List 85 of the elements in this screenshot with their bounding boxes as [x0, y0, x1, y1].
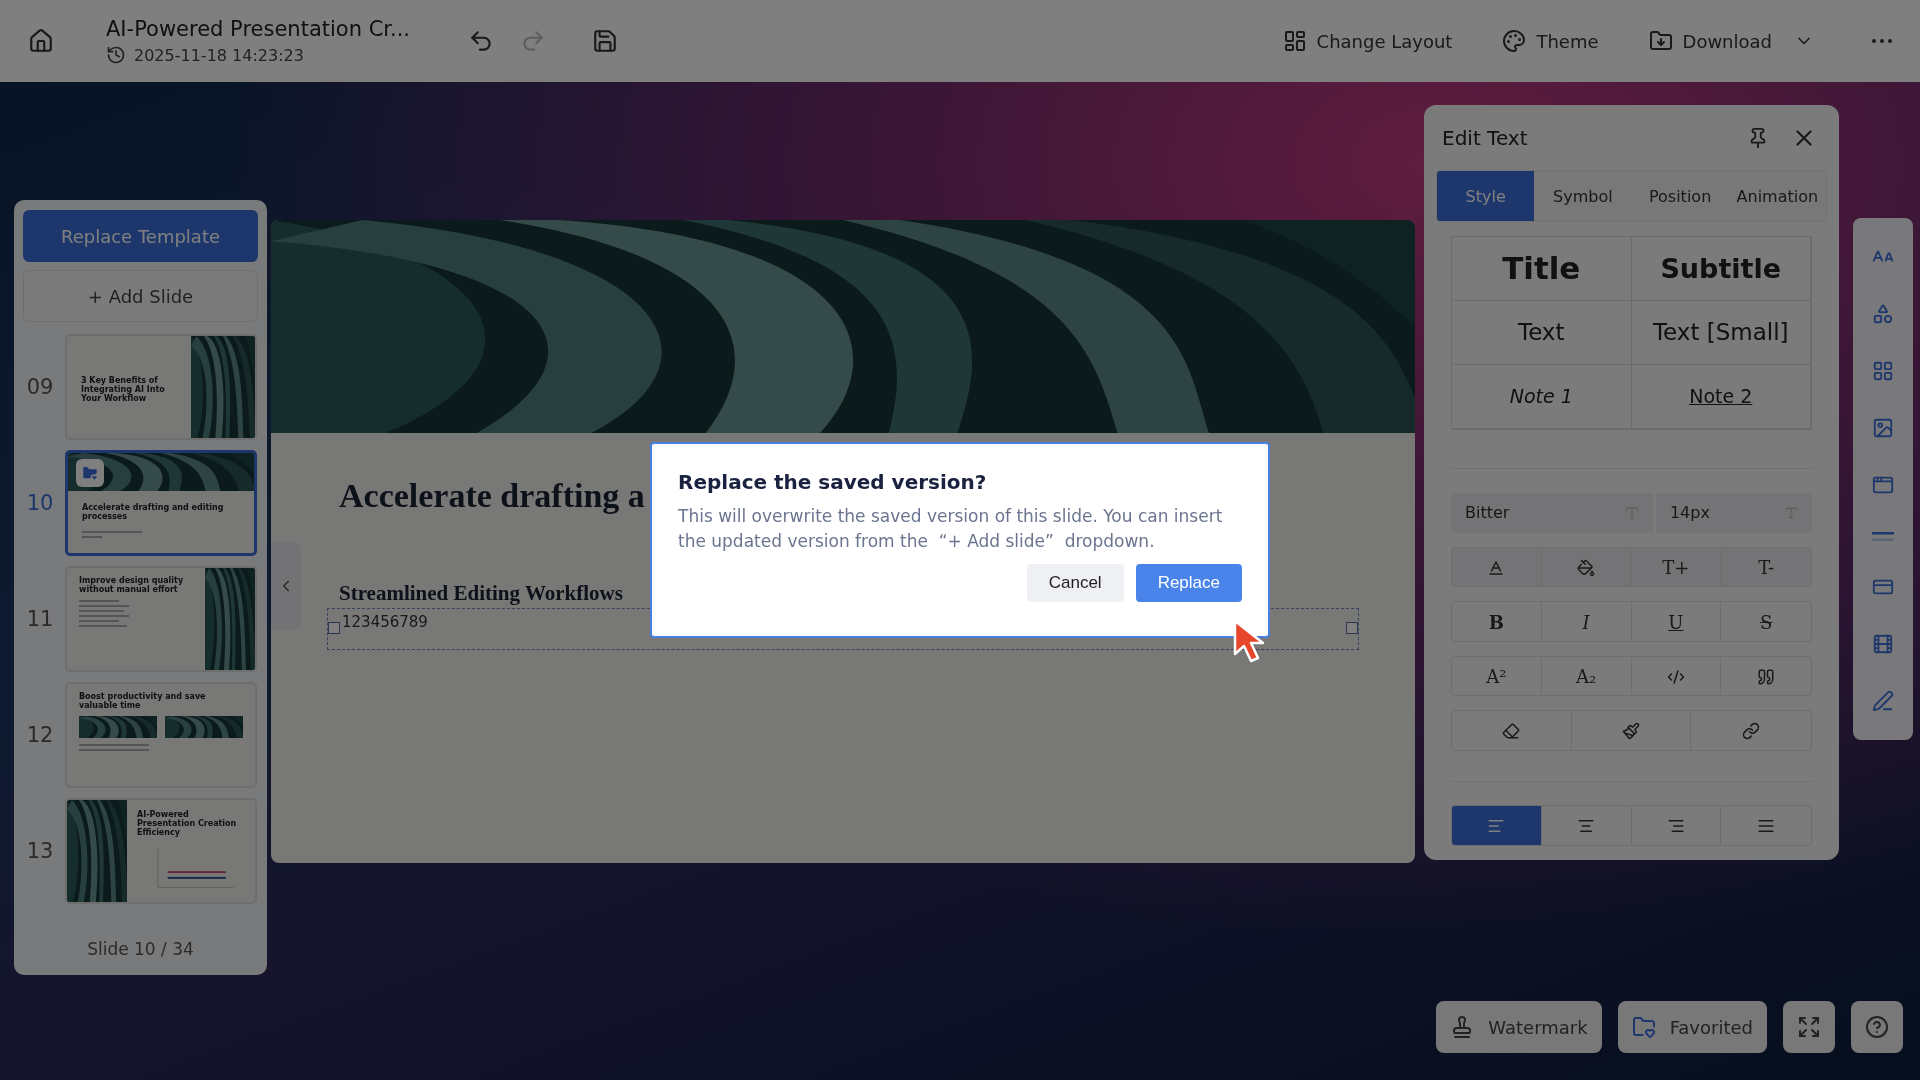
slide-number: 09 [25, 375, 55, 399]
slide-thumbnail[interactable]: Accelerate drafting and editing processes [65, 450, 257, 556]
slide-number: 12 [25, 723, 55, 747]
tab[interactable]: Style [1437, 170, 1535, 221]
more-icon [1872, 39, 1892, 43]
document-title: AI-Powered Presentation Cr... [106, 17, 412, 41]
body-text: 123456789 [342, 613, 428, 631]
paintbrush-icon [1622, 722, 1640, 740]
text-lines [79, 744, 149, 752]
text-style-preset[interactable]: Title [1452, 236, 1632, 301]
font-field[interactable]: Bitter [1451, 492, 1654, 533]
shrink-button[interactable]: T- [1721, 547, 1811, 587]
strike-button[interactable]: S [1721, 602, 1811, 641]
slide-thumbnail[interactable]: 3 Key Benefits of Integrating AI Into Your Workflow [65, 334, 257, 440]
slide-number: 10 [25, 491, 55, 515]
resize-handle[interactable] [1346, 622, 1358, 634]
slide-subtitle: Streamlined Editing Workflows [339, 581, 623, 606]
palette-icon [1502, 29, 1527, 53]
sup-button[interactable]: A² [1452, 656, 1542, 696]
text-style-preset[interactable]: Text [Small] [1631, 300, 1811, 365]
slide-number: 11 [25, 607, 55, 631]
text-color-icon [1487, 558, 1506, 577]
grow-button[interactable]: T+ [1631, 547, 1722, 587]
watermark-button[interactable]: Watermark [1436, 1001, 1602, 1053]
dialog-message: This will overwrite the saved version of this slide. You can insert the updated version from the “+ Add slide” dropdown. [678, 505, 1224, 553]
fullscreen-icon [1797, 1015, 1821, 1039]
thumbnail-title: Improve design quality without manual effort [79, 576, 185, 595]
panel-title: Edit Text [1442, 126, 1529, 151]
history-icon [106, 45, 126, 65]
text-style-preset[interactable]: Text [1452, 300, 1632, 365]
undo-icon [468, 28, 494, 54]
download-button[interactable]: Download [1642, 28, 1820, 54]
download-icon [1648, 29, 1673, 53]
text-lines [82, 531, 142, 539]
add-slide-button[interactable]: + Add Slide [23, 270, 258, 322]
sub-button[interactable]: A₂ [1541, 656, 1632, 696]
pen-icon [1872, 690, 1894, 713]
theme-button[interactable]: Theme [1496, 28, 1605, 54]
shapes-icon [1872, 302, 1894, 325]
slide-title: Accelerate drafting a [339, 477, 645, 515]
grid-icon [1872, 360, 1894, 383]
slide-counter: Slide 10 / 34 [86, 938, 195, 961]
text-style-preset[interactable]: Subtitle [1631, 236, 1811, 301]
divider-icon [1872, 531, 1894, 541]
redo-icon [520, 28, 546, 54]
slide-thumbnail[interactable]: Improve design quality without manual effort [65, 566, 257, 672]
size-field[interactable]: 14px [1655, 492, 1812, 533]
quote-icon [1757, 667, 1776, 686]
save-icon [592, 28, 618, 54]
saved-time: 2025-11-18 14:23:23 [134, 45, 304, 65]
cancel-button[interactable]: Cancel [1026, 564, 1124, 602]
paint-bucket-icon [1577, 558, 1596, 577]
favorite-button[interactable]: Favorited [1617, 1001, 1767, 1053]
type-icon [1784, 505, 1798, 520]
help-button[interactable] [1851, 1001, 1903, 1053]
home-icon [28, 28, 54, 54]
slide-thumbnail[interactable]: AI-Powered Presentation Creation Efficiency [65, 798, 257, 904]
eraser-icon [1502, 722, 1521, 740]
layout-icon [1282, 29, 1307, 53]
fullscreen-button[interactable] [1783, 1001, 1835, 1053]
replace-template-button[interactable]: Replace Template [23, 210, 258, 262]
code-icon [1666, 667, 1685, 686]
help-icon [1865, 1015, 1889, 1039]
align-left-button[interactable] [1452, 806, 1542, 845]
film-icon [1872, 633, 1894, 656]
text-style-preset[interactable]: Note 1 [1452, 364, 1632, 429]
italic-button[interactable]: I [1541, 602, 1632, 641]
resize-handle[interactable] [328, 622, 340, 634]
image-icon [1872, 417, 1894, 440]
link-icon [1742, 722, 1761, 740]
layout-button[interactable]: Change Layout [1276, 28, 1459, 54]
thumbnail-title: AI-Powered Presentation Creation Efficiency [137, 810, 238, 838]
dialog-title: Replace the saved version? [678, 470, 988, 494]
text-lines [79, 600, 129, 628]
thumbnail-title: 3 Key Benefits of Integrating AI Into Your Workflow [81, 376, 166, 404]
replace-button[interactable]: Replace [1135, 564, 1242, 602]
text-style-preset[interactable]: Note 2 [1631, 364, 1811, 429]
thumbnail-title: Accelerate drafting and editing processes [82, 503, 225, 522]
thumbnail-title: Boost productivity and save valuable time [79, 692, 207, 711]
slide-number: 13 [25, 839, 55, 863]
slide-thumbnail[interactable]: Boost productivity and save valuable time [65, 682, 257, 788]
folder-heart-icon [1631, 1015, 1656, 1039]
bold-button[interactable]: B [1452, 602, 1542, 641]
type-icon [1623, 504, 1640, 521]
underline-button[interactable]: U [1631, 602, 1722, 641]
